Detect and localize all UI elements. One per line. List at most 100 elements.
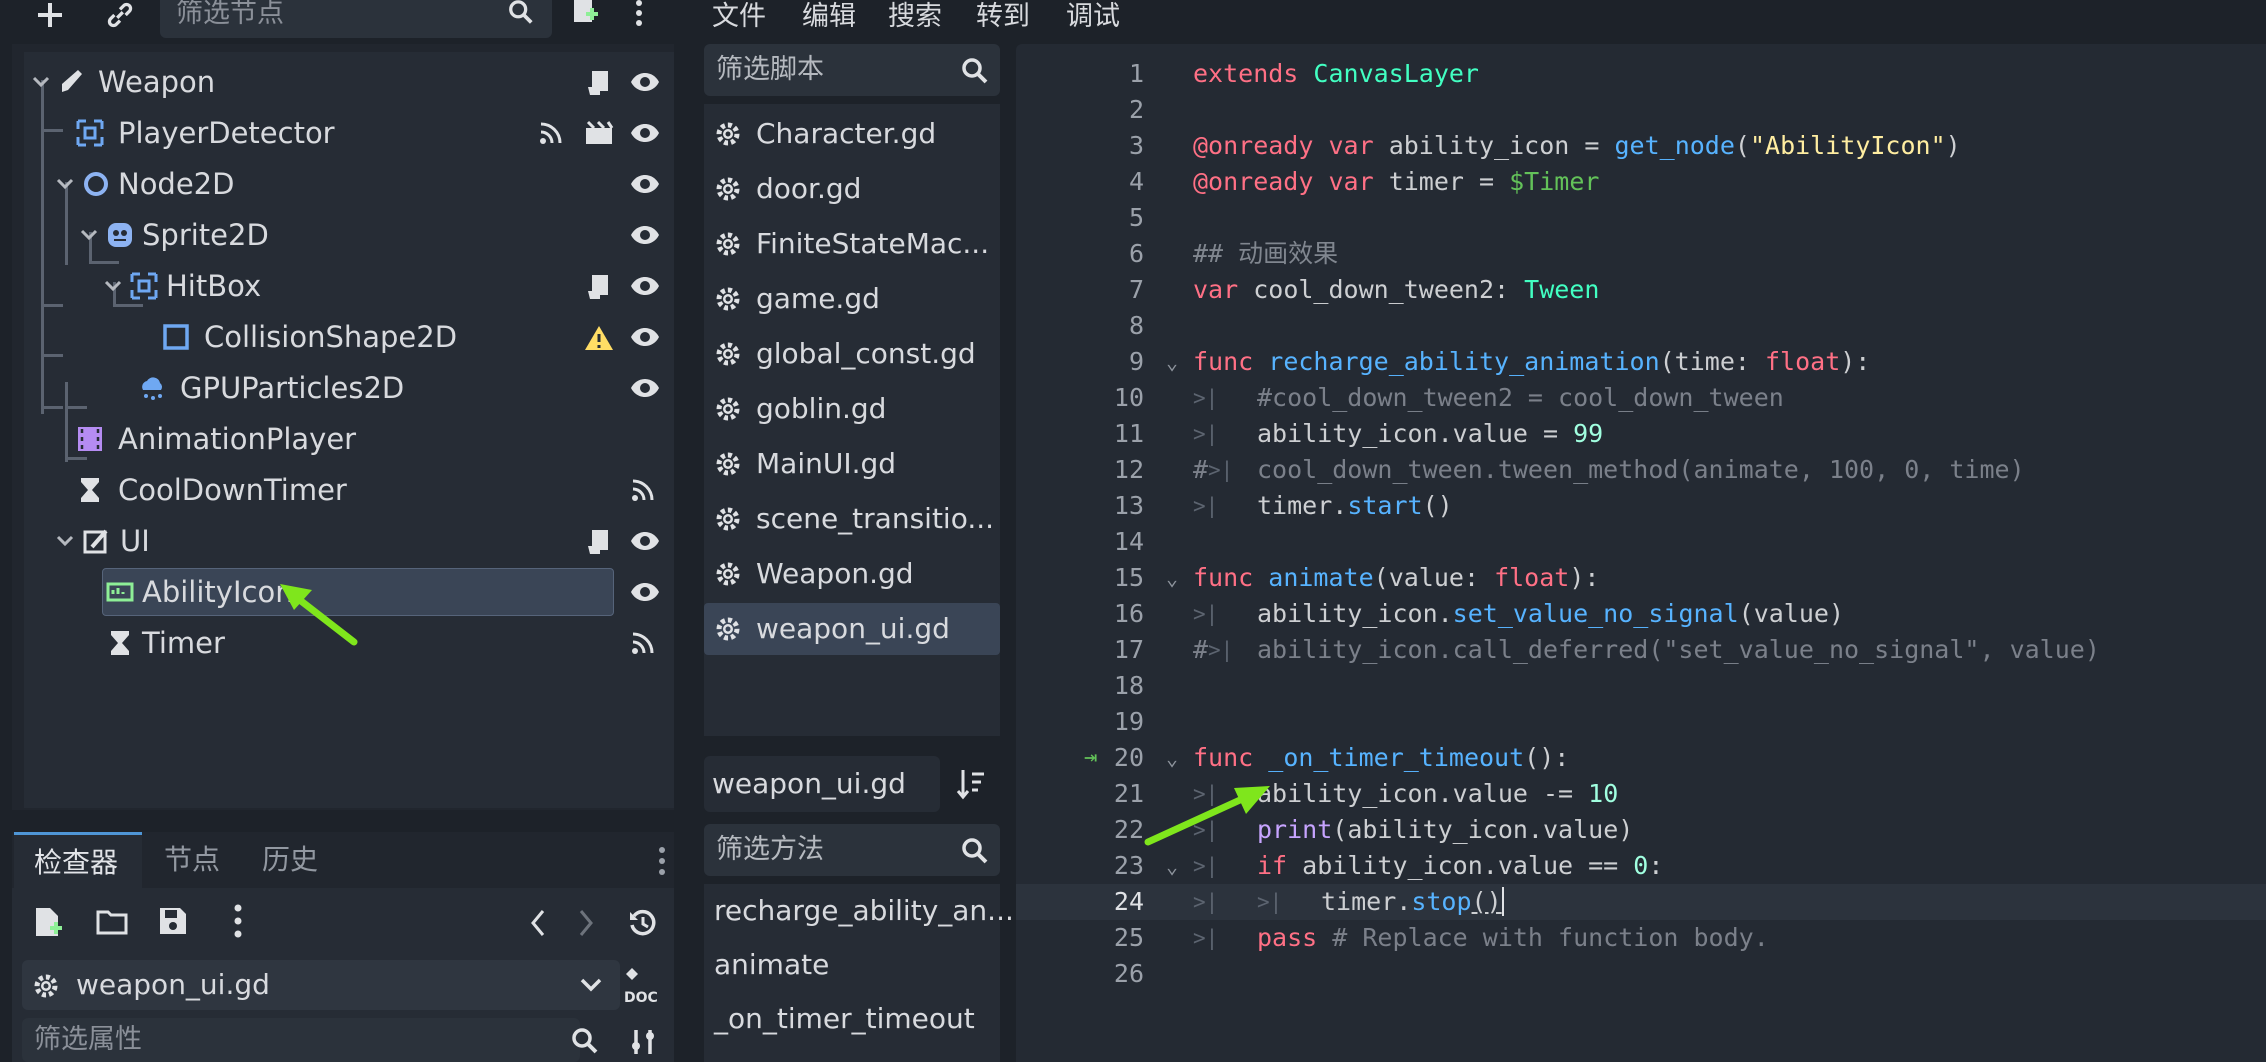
- fold-arrow-icon[interactable]: ⌄: [1166, 560, 1186, 596]
- doc-icon[interactable]: DOC: [622, 966, 662, 1006]
- code-line[interactable]: 1 extends CanvasLayer: [1016, 56, 2266, 92]
- fold-arrow-icon[interactable]: ⌄: [1166, 740, 1186, 776]
- chevron-down-icon[interactable]: [56, 178, 74, 190]
- script-filter-input[interactable]: 筛选脚本: [704, 44, 1000, 96]
- method-item[interactable]: _on_timer_timeout: [714, 1002, 975, 1035]
- visibility-eye-icon[interactable]: [630, 579, 660, 605]
- script-item[interactable]: scene_transitio...: [704, 493, 1000, 545]
- open-folder-icon[interactable]: [96, 908, 128, 936]
- script-item[interactable]: Weapon.gd: [704, 548, 1000, 600]
- menu-edit[interactable]: 编辑: [802, 0, 856, 33]
- resource-select[interactable]: weapon_ui.gd: [22, 960, 620, 1010]
- tree-item-animationplayer[interactable]: AnimationPlayer: [24, 415, 674, 463]
- tree-item-ui[interactable]: UI: [24, 517, 674, 565]
- save-icon[interactable]: [158, 906, 188, 936]
- code-line[interactable]: 11 >| ability_icon.value = 99: [1016, 416, 2266, 452]
- code-line[interactable]: 14: [1016, 524, 2266, 560]
- signal-icon[interactable]: [538, 120, 568, 146]
- scene-tree[interactable]: Weapon PlayerDetector Node2D Sprite2D Hi…: [24, 52, 674, 808]
- code-line[interactable]: 16 >| ability_icon.set_value_no_signal(val…: [1016, 596, 2266, 632]
- link-icon[interactable]: [100, 0, 140, 30]
- code-line[interactable]: 3 @onready var ability_icon = get_node("A…: [1016, 128, 2266, 164]
- tree-item-playerdetector[interactable]: PlayerDetector: [24, 109, 674, 157]
- method-item[interactable]: animate: [714, 948, 829, 981]
- tree-item-hitbox[interactable]: HitBox: [24, 262, 674, 310]
- tree-item-node2d[interactable]: Node2D: [24, 160, 674, 208]
- script-icon[interactable]: [584, 69, 614, 95]
- script-icon[interactable]: [584, 528, 614, 554]
- sort-icon[interactable]: [956, 768, 986, 800]
- more-options-icon[interactable]: [632, 0, 646, 30]
- signal-icon[interactable]: [630, 630, 660, 656]
- attach-script-icon[interactable]: [568, 0, 602, 30]
- fold-arrow-icon[interactable]: ⌄: [1166, 344, 1186, 380]
- visibility-eye-icon[interactable]: [630, 375, 660, 401]
- code-line[interactable]: 19: [1016, 704, 2266, 740]
- code-line[interactable]: 15 ⌄ func animate(value: float):: [1016, 560, 2266, 596]
- code-line[interactable]: 23 ⌄ >| if ability_icon.value == 0:: [1016, 848, 2266, 884]
- tree-item-cooldowntimer[interactable]: CoolDownTimer: [24, 466, 674, 514]
- code-line-current[interactable]: 24 >| >| timer.stop(): [1016, 884, 2266, 920]
- code-editor[interactable]: 1 extends CanvasLayer 2 3 @onready var abi…: [1016, 44, 2266, 1062]
- script-item[interactable]: global_const.gd: [704, 328, 1000, 380]
- code-line[interactable]: 5: [1016, 200, 2266, 236]
- visibility-eye-icon[interactable]: [630, 528, 660, 554]
- chevron-left-icon[interactable]: [530, 908, 546, 938]
- visibility-eye-icon[interactable]: [630, 273, 660, 299]
- warning-icon[interactable]: [584, 324, 614, 350]
- chevron-down-icon[interactable]: [56, 535, 74, 547]
- tab-node[interactable]: 节点: [164, 832, 220, 888]
- tree-item-weapon[interactable]: Weapon: [24, 58, 674, 106]
- code-line[interactable]: 4 @onready var timer = $Timer: [1016, 164, 2266, 200]
- tools-icon[interactable]: [628, 1026, 660, 1058]
- property-filter-input[interactable]: 筛选属性: [22, 1018, 598, 1062]
- tree-item-gpuparticles2d[interactable]: GPUParticles2D: [24, 364, 674, 412]
- code-line[interactable]: 8: [1016, 308, 2266, 344]
- tab-history[interactable]: 历史: [262, 832, 318, 888]
- code-line[interactable]: 2: [1016, 92, 2266, 128]
- code-line[interactable]: 9 ⌄ func recharge_ability_animation(time: …: [1016, 344, 2266, 380]
- tree-item-collisionshape2d[interactable]: CollisionShape2D: [24, 313, 674, 361]
- visibility-eye-icon[interactable]: [630, 120, 660, 146]
- menu-search[interactable]: 搜索: [888, 0, 942, 33]
- menu-debug[interactable]: 调试: [1066, 0, 1120, 33]
- scene-filter-input[interactable]: 筛选节点: [160, 0, 552, 38]
- visibility-eye-icon[interactable]: [630, 171, 660, 197]
- script-item-selected[interactable]: weapon_ui.gd: [704, 603, 1000, 655]
- script-item[interactable]: game.gd: [704, 273, 1000, 325]
- method-filter-input[interactable]: 筛选方法: [704, 824, 1000, 876]
- code-line[interactable]: 12 # >| cool_down_tween.tween_method(animat…: [1016, 452, 2266, 488]
- script-item[interactable]: goblin.gd: [704, 383, 1000, 435]
- tab-inspector[interactable]: 检查器: [14, 832, 142, 888]
- new-resource-icon[interactable]: [34, 906, 64, 938]
- method-item[interactable]: recharge_ability_an...: [714, 894, 1014, 927]
- script-item[interactable]: MainUI.gd: [704, 438, 1000, 490]
- code-line[interactable]: 6 ## 动画效果: [1016, 236, 2266, 272]
- script-icon[interactable]: [584, 273, 614, 299]
- chevron-down-icon[interactable]: [32, 76, 50, 88]
- more-options-icon[interactable]: [232, 904, 244, 938]
- group-icon[interactable]: [584, 120, 614, 146]
- add-node-icon[interactable]: [30, 0, 70, 30]
- history-icon[interactable]: [628, 908, 658, 938]
- code-line[interactable]: 10 >| #cool_down_tween2 = cool_down_tween: [1016, 380, 2266, 416]
- code-line[interactable]: 18: [1016, 668, 2266, 704]
- chevron-down-icon[interactable]: [104, 280, 122, 292]
- menu-file[interactable]: 文件: [712, 0, 766, 33]
- code-line[interactable]: 13 >| timer.start(): [1016, 488, 2266, 524]
- script-item[interactable]: Character.gd: [704, 108, 1000, 160]
- code-line[interactable]: 25 >| pass # Replace with function body.: [1016, 920, 2266, 956]
- signal-icon[interactable]: [630, 477, 660, 503]
- code-line[interactable]: 17 # >| ability_icon.call_deferred("set_val…: [1016, 632, 2266, 668]
- visibility-eye-icon[interactable]: [630, 69, 660, 95]
- code-line[interactable]: 26: [1016, 956, 2266, 992]
- more-options-icon[interactable]: [656, 846, 668, 876]
- script-item[interactable]: door.gd: [704, 163, 1000, 215]
- visibility-eye-icon[interactable]: [630, 222, 660, 248]
- chevron-down-icon[interactable]: [80, 229, 98, 241]
- visibility-eye-icon[interactable]: [630, 324, 660, 350]
- tree-item-sprite2d[interactable]: Sprite2D: [24, 211, 674, 259]
- code-line[interactable]: 7 var cool_down_tween2: Tween: [1016, 272, 2266, 308]
- script-item[interactable]: FiniteStateMac...: [704, 218, 1000, 270]
- menu-goto[interactable]: 转到: [976, 0, 1030, 33]
